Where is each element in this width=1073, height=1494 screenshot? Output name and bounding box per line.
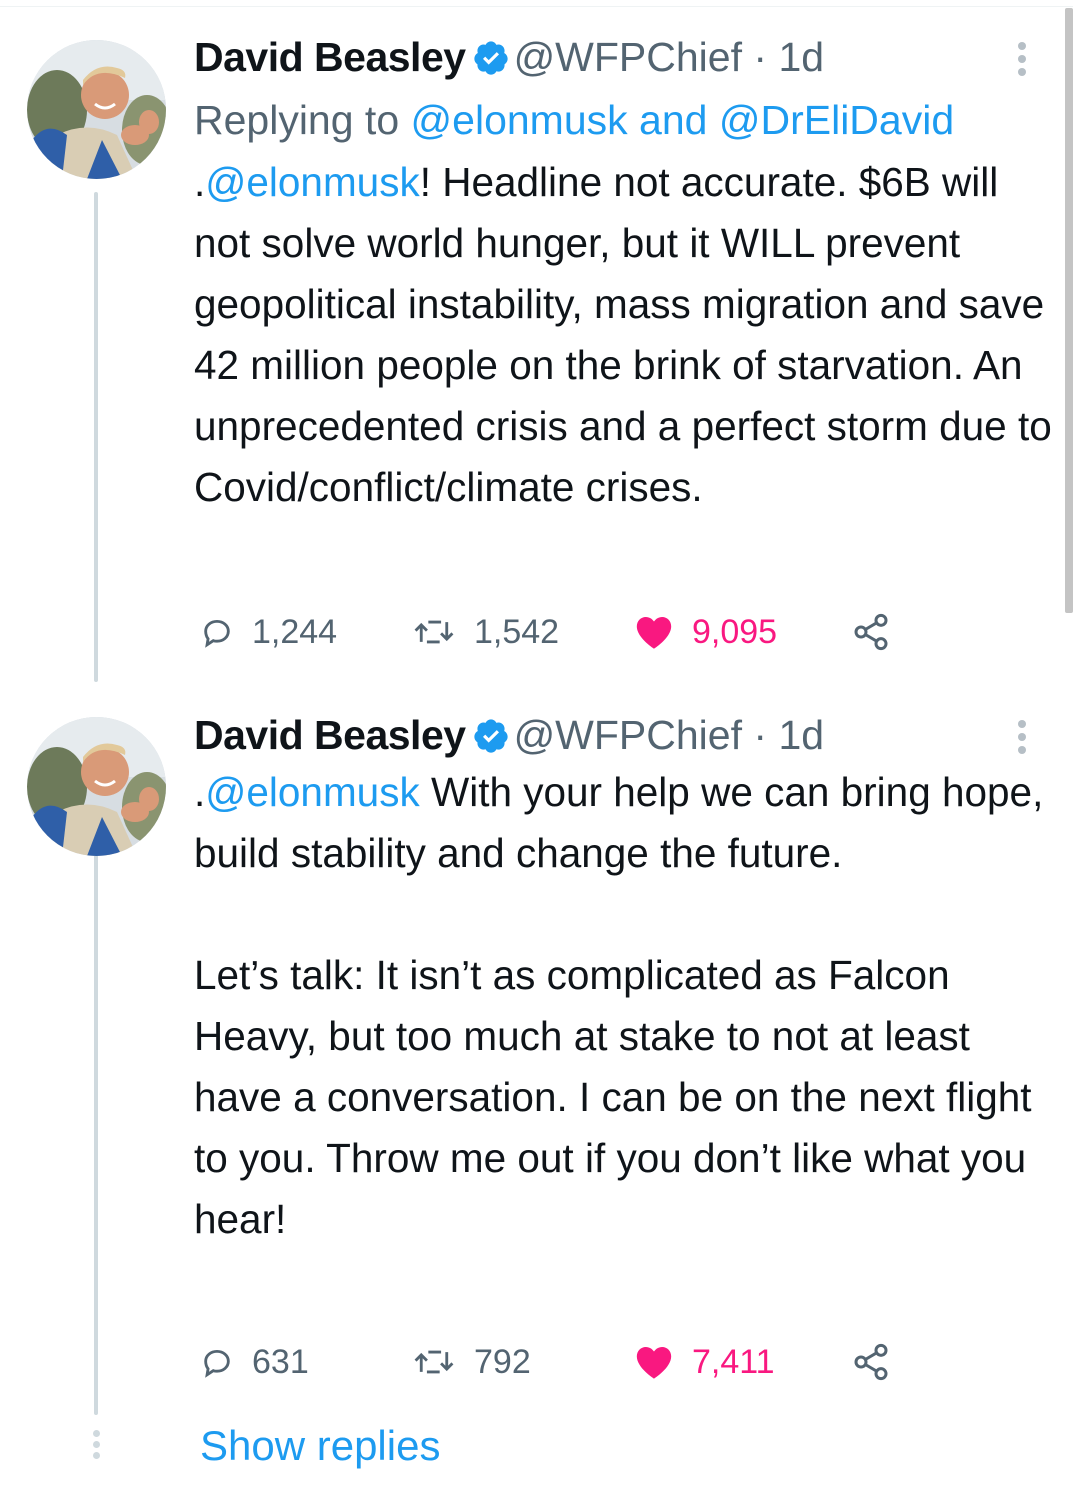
thread-connector-line: [94, 192, 98, 682]
like-heart-icon: [636, 1346, 672, 1379]
top-divider: [0, 0, 1073, 7]
separator-dot: ·: [753, 712, 768, 758]
mention-link[interactable]: @elonmusk: [205, 159, 419, 205]
reply-icon: [204, 619, 230, 648]
text-prefix: .: [194, 159, 206, 205]
retweet-button[interactable]: 792: [412, 1340, 531, 1384]
tweet[interactable]: David Beasley @WFPChief · 1d .@elonmusk W…: [194, 710, 1054, 1381]
reply-target-link[interactable]: @elonmusk: [411, 97, 628, 143]
like-button[interactable]: 9,095: [634, 610, 777, 654]
tweet-body: ! Headline not accurate. $6B will not so…: [194, 159, 1052, 510]
like-count: 9,095: [692, 612, 778, 651]
tweet-text: .@elonmusk With your help we can bring h…: [194, 762, 1054, 1250]
verified-badge-icon: [473, 41, 508, 75]
thread-more-dots-icon: [91, 1430, 101, 1463]
retweet-icon: [414, 1350, 454, 1374]
replying-and: and: [639, 97, 708, 143]
retweet-icon: [414, 620, 454, 644]
verified-badge-icon: [473, 719, 508, 753]
mention-link[interactable]: @elonmusk: [205, 769, 419, 815]
share-button[interactable]: [851, 1340, 909, 1384]
author-name[interactable]: David Beasley: [194, 712, 466, 758]
reply-button[interactable]: 631: [200, 1340, 309, 1384]
more-options-icon[interactable]: [1012, 716, 1032, 756]
avatar[interactable]: [27, 40, 166, 179]
thread-connector-line: [94, 845, 98, 1415]
avatar[interactable]: [27, 717, 166, 856]
like-heart-icon: [636, 616, 672, 649]
replying-to: Replying to @elonmusk and @DrEliDavid: [194, 91, 1054, 149]
reply-count: 631: [252, 1342, 309, 1381]
author-handle[interactable]: @WFPChief: [514, 34, 742, 80]
tweet-header: David Beasley @WFPChief · 1d: [194, 710, 1054, 760]
share-icon: [854, 1343, 888, 1381]
tweet-actions: 631 792 7,411: [194, 1340, 1054, 1384]
reply-target-link[interactable]: @DrEliDavid: [719, 97, 954, 143]
reply-icon: [204, 1349, 230, 1378]
tweet-header: David Beasley @WFPChief · 1d: [194, 32, 1054, 82]
text-prefix: .: [194, 769, 206, 815]
retweet-count: 1,542: [474, 612, 560, 651]
reply-button[interactable]: 1,244: [200, 610, 337, 654]
tweet-body-paragraph-2: Let’s talk: It isn’t as complicated as F…: [194, 952, 1032, 1242]
author-name[interactable]: David Beasley: [194, 34, 466, 80]
author-handle[interactable]: @WFPChief: [514, 712, 742, 758]
tweet-text: .@elonmusk! Headline not accurate. $6B w…: [194, 152, 1054, 518]
timestamp[interactable]: 1d: [778, 712, 824, 758]
timestamp[interactable]: 1d: [778, 34, 824, 80]
tweet-actions: 1,244 1,542 9,095: [194, 610, 1054, 654]
reply-count: 1,244: [252, 612, 338, 651]
more-options-icon[interactable]: [1012, 38, 1032, 78]
retweet-count: 792: [474, 1342, 531, 1381]
show-replies-link[interactable]: Show replies: [200, 1418, 440, 1474]
like-button[interactable]: 7,411: [634, 1340, 775, 1384]
like-count: 7,411: [692, 1342, 775, 1381]
separator-dot: ·: [753, 34, 768, 80]
replying-prefix: Replying to: [194, 97, 400, 143]
retweet-button[interactable]: 1,542: [412, 610, 559, 654]
scrollbar-thumb[interactable]: [1065, 8, 1073, 613]
tweet[interactable]: David Beasley @WFPChief · 1d Replying to …: [194, 32, 1054, 651]
share-icon: [854, 613, 888, 651]
share-button[interactable]: [851, 610, 909, 654]
